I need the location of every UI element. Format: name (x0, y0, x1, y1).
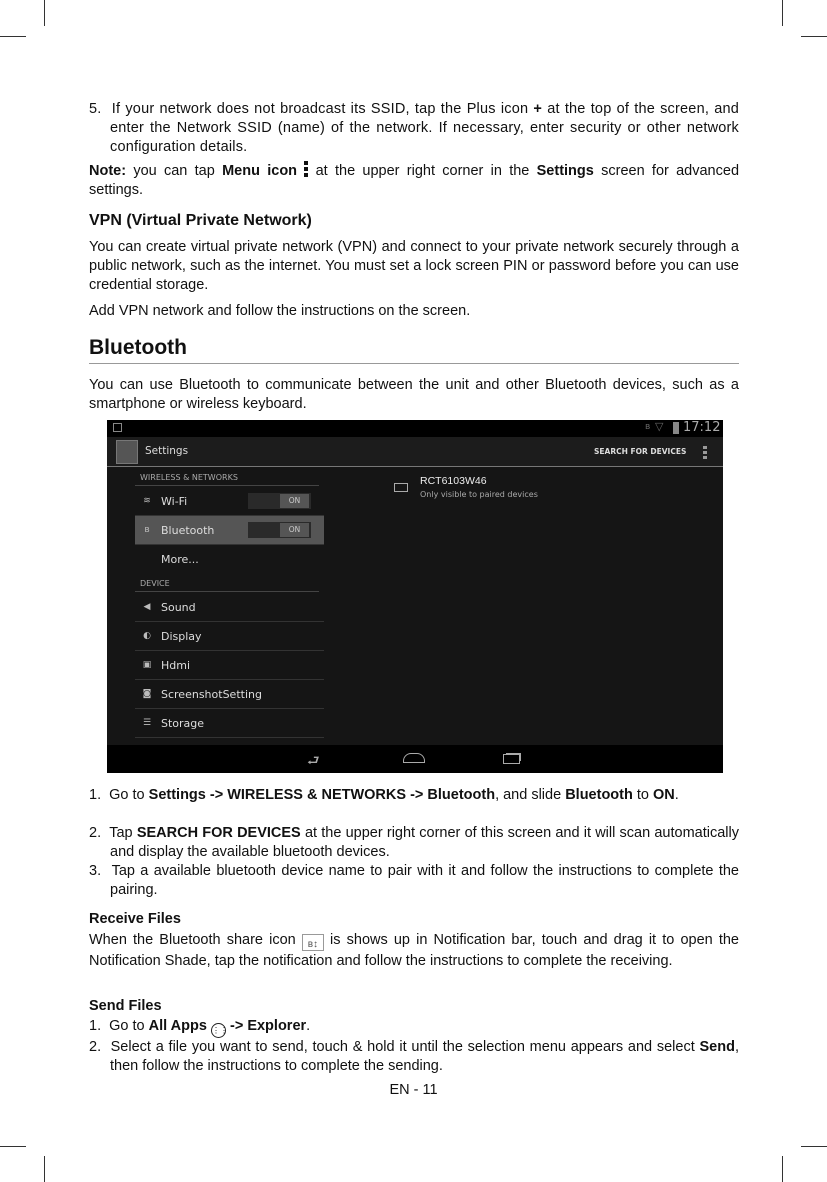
settings-item-display[interactable]: ◐ Display (135, 622, 324, 651)
menu-icon (304, 161, 309, 178)
settings-item-wifi[interactable]: ≋ Wi-Fi ON (135, 487, 324, 516)
device-name[interactable]: RCT6103W46 (420, 475, 487, 487)
step-5: 5. If your network does not broadcast it… (89, 101, 739, 155)
back-icon[interactable]: ⮐ (307, 750, 320, 773)
vpn-instruction: Add VPN network and follow the instructi… (89, 303, 471, 319)
bluetooth-intro: You can use Bluetooth to communicate bet… (89, 377, 739, 412)
crop-mark (782, 0, 783, 26)
crop-mark (0, 36, 26, 37)
wifi-icon: ≋ (143, 496, 151, 506)
send-step-1: 1. Go to All Apps ⋮⋮ -> Explorer. (89, 1017, 739, 1038)
bt-step-1: 1. Go to Settings -> WIRELESS & NETWORKS… (89, 787, 679, 803)
bluetooth-share-icon: ʙ↕ (301, 934, 324, 951)
page-number: EN - 11 (389, 1082, 438, 1098)
wifi-toggle[interactable]: ON (248, 493, 311, 509)
device-visibility: Only visible to paired devices (420, 490, 538, 499)
crop-mark (782, 1156, 783, 1182)
speaker-icon: ◀ (143, 602, 151, 612)
crop-mark (44, 1156, 45, 1182)
wifi-status-icon: ▽ (655, 420, 664, 433)
category-device: DEVICE (135, 579, 319, 592)
laptop-icon (394, 483, 408, 492)
gallery-icon (113, 423, 122, 432)
home-icon[interactable] (403, 753, 425, 763)
brightness-icon: ◐ (143, 631, 151, 641)
bt-step-3: 3. Tap a available bluetooth device name… (89, 863, 740, 898)
crop-mark (801, 36, 827, 37)
navigation-bar: ⮐ (107, 745, 723, 773)
bt-step-2: 2. Tap SEARCH FOR DEVICES at the upper r… (89, 825, 739, 860)
bluetooth-heading: Bluetooth (89, 336, 739, 364)
status-bar: ʙ ▽ 17:12 (107, 420, 723, 437)
plus-icon: + (533, 101, 543, 117)
send-step-2: 2. Select a file you want to send, touch… (89, 1039, 739, 1074)
search-for-devices-button[interactable]: SEARCH FOR DEVICES (594, 447, 686, 456)
crop-mark (0, 1146, 26, 1147)
overflow-menu-icon[interactable] (703, 446, 707, 459)
settings-item-storage[interactable]: ☰ Storage (135, 709, 324, 738)
send-heading: Send Files (89, 998, 162, 1014)
settings-screenshot: ʙ ▽ 17:12 Settings SEARCH FOR DEVICES WI… (107, 420, 723, 773)
vpn-heading: VPN (Virtual Private Network) (89, 212, 312, 229)
settings-item-bluetooth[interactable]: ʙ Bluetooth ON (135, 516, 324, 545)
receive-paragraph: When the Bluetooth share icon ʙ↕ is show… (89, 932, 740, 969)
note: Note: you can tap Menu icon at the upper… (89, 161, 740, 198)
vpn-paragraph: You can create virtual private network (… (89, 239, 739, 293)
settings-item-hdmi[interactable]: ▣ Hdmi (135, 651, 324, 680)
clock: 17:12 (683, 420, 721, 435)
crop-mark (44, 0, 45, 26)
bluetooth-toggle[interactable]: ON (248, 522, 311, 538)
crop-mark (801, 1146, 827, 1147)
recent-apps-icon[interactable] (503, 754, 520, 764)
bluetooth-status-icon: ʙ (645, 422, 651, 432)
settings-item-screenshot[interactable]: ◙ ScreenshotSetting (135, 680, 324, 709)
receive-heading: Receive Files (89, 911, 181, 927)
camera-icon: ◙ (142, 689, 152, 699)
action-bar-title: Settings (145, 445, 189, 457)
battery-icon (673, 422, 679, 434)
storage-icon: ☰ (142, 718, 152, 728)
hdmi-icon: ▣ (142, 660, 152, 670)
settings-app-icon (116, 440, 138, 464)
action-bar: Settings SEARCH FOR DEVICES (107, 437, 723, 467)
bluetooth-icon: ʙ (144, 525, 150, 535)
all-apps-icon: ⋮⋮ (210, 1023, 228, 1038)
settings-item-sound[interactable]: ◀ Sound (135, 593, 324, 622)
category-wireless: WIRELESS & NETWORKS (135, 473, 319, 486)
settings-item-more[interactable]: More... (135, 545, 324, 574)
